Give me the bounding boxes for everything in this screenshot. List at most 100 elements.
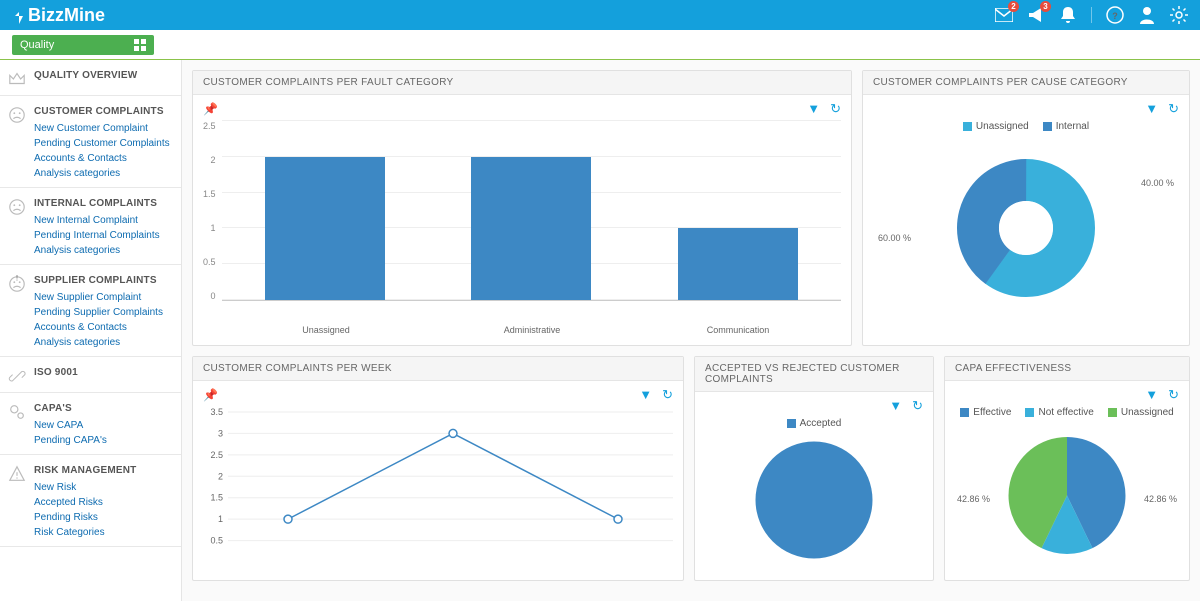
panel-title: CUSTOMER COMPLAINTS PER CAUSE CATEGORY (863, 71, 1189, 95)
panel-title: CUSTOMER COMPLAINTS PER WEEK (193, 357, 683, 381)
sidebar: QUALITY OVERVIEW CUSTOMER COMPLAINTS New C… (0, 60, 182, 601)
nav-section-internal: INTERNAL COMPLAINTS New Internal Complain… (0, 188, 181, 265)
nav-link[interactable]: Pending CAPA's (34, 435, 173, 446)
nav-link[interactable]: New Internal Complaint (34, 215, 173, 226)
data-point[interactable] (284, 515, 292, 523)
refresh-icon[interactable]: ↻ (1168, 101, 1179, 117)
nav-link[interactable]: Pending Supplier Complaints (34, 307, 173, 318)
panel-fault: CUSTOMER COMPLAINTS PER FAULT CATEGORY 📌… (192, 70, 852, 346)
filter-icon[interactable]: ▼ (889, 398, 902, 414)
brand-logo[interactable]: BizzMine (12, 5, 105, 26)
svg-text:?: ? (1112, 11, 1118, 21)
line-chart: 0.511.522.533.5 (203, 407, 673, 567)
mail-icon[interactable]: 2 (995, 6, 1013, 24)
svg-text:1.5: 1.5 (210, 493, 223, 503)
nav-link[interactable]: Analysis categories (34, 337, 173, 348)
pie-chart (992, 424, 1142, 554)
bell-icon[interactable] (1059, 6, 1077, 24)
nav-link[interactable]: Pending Customer Complaints (34, 138, 173, 149)
legend-item[interactable]: Internal (1043, 121, 1089, 132)
dashboard: CUSTOMER COMPLAINTS PER FAULT CATEGORY 📌… (182, 60, 1200, 601)
svg-text:2: 2 (218, 471, 223, 481)
pie-chart (749, 435, 879, 565)
panel-capaeff: CAPA EFFECTIVENESS ▼ ↻ Effective Not effe… (944, 356, 1190, 581)
bar[interactable] (678, 228, 798, 300)
nav-link[interactable]: Analysis categories (34, 245, 173, 256)
nav-link[interactable]: Accounts & Contacts (34, 153, 173, 164)
bar[interactable] (265, 157, 385, 300)
nav-title[interactable]: QUALITY OVERVIEW (34, 70, 173, 81)
nav-link[interactable]: Accounts & Contacts (34, 322, 173, 333)
legend-item[interactable]: Effective (960, 407, 1011, 418)
bar[interactable] (471, 157, 591, 300)
module-name: Quality (20, 39, 54, 51)
filter-icon[interactable]: ▼ (639, 387, 652, 403)
filter-icon[interactable]: ▼ (1145, 387, 1158, 403)
crown-icon (0, 60, 34, 95)
nav-link[interactable]: New Supplier Complaint (34, 292, 173, 303)
nav-title[interactable]: RISK MANAGEMENT (34, 465, 173, 476)
nav-section-overview: QUALITY OVERVIEW (0, 60, 181, 96)
filter-icon[interactable]: ▼ (1145, 101, 1158, 117)
sad-alert-icon: ! (0, 265, 34, 356)
nav-title[interactable]: CAPA'S (34, 403, 173, 414)
nav-link[interactable]: New Risk (34, 482, 173, 493)
pct-label: 42.86 % (1144, 494, 1177, 504)
pin-icon[interactable]: 📌 (203, 102, 218, 116)
svg-text:1: 1 (218, 514, 223, 524)
nav-link[interactable]: New CAPA (34, 420, 173, 431)
gear-icon[interactable] (1170, 6, 1188, 24)
nav-section-capa: CAPA'S New CAPA Pending CAPA's (0, 393, 181, 455)
legend-item[interactable]: Unassigned (1108, 407, 1174, 418)
svg-text:3.5: 3.5 (210, 407, 223, 417)
separator (1091, 7, 1092, 23)
refresh-icon[interactable]: ↻ (662, 387, 673, 403)
user-icon[interactable] (1138, 6, 1156, 24)
panel-title: CUSTOMER COMPLAINTS PER FAULT CATEGORY (193, 71, 851, 95)
nav-link[interactable]: New Customer Complaint (34, 123, 173, 134)
panel-week: CUSTOMER COMPLAINTS PER WEEK 📌 ▼ ↻ 0.5 1 1… (192, 356, 684, 581)
nav-title[interactable]: SUPPLIER COMPLAINTS (34, 275, 173, 286)
data-point[interactable] (449, 429, 457, 437)
module-bar: Quality (0, 30, 1200, 60)
filter-icon[interactable]: ▼ (807, 101, 820, 117)
panel-title: ACCEPTED VS REJECTED CUSTOMER COMPLAINTS (695, 357, 933, 392)
panel-title: CAPA EFFECTIVENESS (945, 357, 1189, 381)
legend-item[interactable]: Unassigned (963, 121, 1029, 132)
nav-link[interactable]: Accepted Risks (34, 497, 173, 508)
refresh-icon[interactable]: ↻ (830, 101, 841, 117)
svg-text:0.5: 0.5 (210, 536, 223, 546)
nav-section-supplier: !SUPPLIER COMPLAINTS New Supplier Complai… (0, 265, 181, 357)
nav-link[interactable]: Pending Risks (34, 512, 173, 523)
nav-link[interactable]: Analysis categories (34, 168, 173, 179)
help-icon[interactable]: ? (1106, 6, 1124, 24)
link-icon (0, 357, 34, 392)
nav-section-iso: ISO 9001 (0, 357, 181, 393)
nav-link[interactable]: Pending Internal Complaints (34, 230, 173, 241)
announce-badge: 3 (1040, 1, 1051, 12)
warn-icon (0, 455, 34, 546)
panel-cause: CUSTOMER COMPLAINTS PER CAUSE CATEGORY ▼… (862, 70, 1190, 346)
nav-title[interactable]: CUSTOMER COMPLAINTS (34, 106, 173, 117)
refresh-icon[interactable]: ↻ (912, 398, 923, 414)
gears-icon (0, 393, 34, 454)
mail-badge: 2 (1008, 1, 1019, 12)
pin-icon[interactable]: 📌 (203, 388, 218, 402)
panel-accrej: ACCEPTED VS REJECTED CUSTOMER COMPLAINTS… (694, 356, 934, 581)
pct-label: 60.00 % (878, 233, 911, 243)
legend-item[interactable]: Not effective (1025, 407, 1093, 418)
megaphone-icon[interactable]: 3 (1027, 6, 1045, 24)
grid-icon (134, 39, 146, 51)
refresh-icon[interactable]: ↻ (1168, 387, 1179, 403)
data-point[interactable] (614, 515, 622, 523)
pct-label: 42.86 % (957, 494, 990, 504)
legend-item[interactable]: Accepted (787, 418, 842, 429)
nav-title[interactable]: INTERNAL COMPLAINTS (34, 198, 173, 209)
donut-chart (951, 153, 1101, 303)
brand-text: BizzMine (28, 5, 105, 26)
topbar-actions: 2 3 ? (995, 6, 1188, 24)
module-chip[interactable]: Quality (12, 35, 154, 55)
nav-title[interactable]: ISO 9001 (34, 367, 173, 378)
sad-icon (0, 188, 34, 264)
topbar: BizzMine 2 3 ? (0, 0, 1200, 30)
